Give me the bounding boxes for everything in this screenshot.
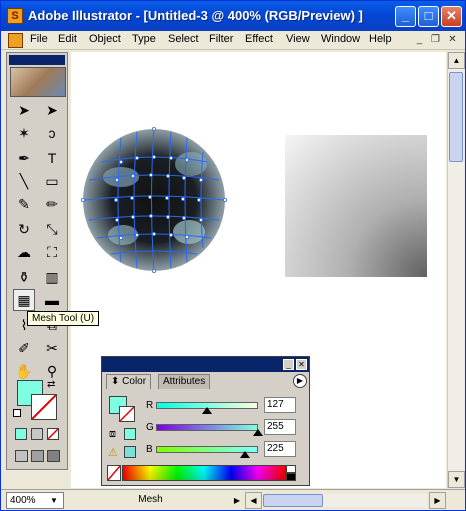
- none-icon: [31, 394, 57, 420]
- none-mode-icon[interactable]: [47, 428, 59, 440]
- zoom-dropdown-icon[interactable]: ▼: [47, 494, 61, 507]
- maximize-button[interactable]: □: [418, 6, 439, 27]
- screen-mode-full-menu-icon[interactable]: [31, 450, 44, 462]
- white-swatch[interactable]: [286, 465, 296, 473]
- magic-wand-tool-icon[interactable]: ✶: [13, 122, 35, 144]
- b-value-field[interactable]: 225: [264, 441, 296, 457]
- r-label: R: [146, 400, 154, 411]
- status-tool-field[interactable]: Mesh: [69, 492, 229, 509]
- warp-tool-icon[interactable]: ☁: [13, 241, 35, 263]
- tooltip: Mesh Tool (U): [27, 311, 100, 326]
- color-panel: _ ✕ ⬍ Color Attributes ▶ ⧈ ⚠ R 127 G 255…: [101, 356, 310, 486]
- gamut-warning-icon: ⚠: [108, 447, 118, 459]
- horizontal-scroll-thumb[interactable]: [263, 494, 323, 507]
- slice-tool-icon[interactable]: ✐: [13, 337, 35, 359]
- direct-selection-tool-icon[interactable]: ➤: [41, 99, 63, 121]
- symbol-sprayer-tool-icon[interactable]: ⚱: [13, 266, 35, 288]
- menu-object[interactable]: Object: [89, 33, 121, 45]
- menu-file[interactable]: File: [30, 33, 48, 45]
- out-of-web-gamut-icon: ⧈: [109, 428, 116, 440]
- vertical-scroll-thumb[interactable]: [449, 72, 463, 162]
- pen-tool-icon[interactable]: ✒: [13, 147, 35, 169]
- hand-tool-icon[interactable]: ✋: [13, 360, 35, 382]
- gradient-mode-icon[interactable]: [31, 428, 43, 440]
- tab-color-arrows-icon: ⬍: [111, 376, 123, 387]
- doc-minimize-button[interactable]: _: [412, 33, 427, 47]
- doc-restore-button[interactable]: ❐: [428, 33, 443, 47]
- color-mode-icon[interactable]: [15, 428, 27, 440]
- mesh-tool-icon[interactable]: ▦: [13, 289, 35, 311]
- pencil-tool-icon[interactable]: ✏: [41, 193, 63, 215]
- swap-icon[interactable]: ⇄: [47, 379, 55, 390]
- g-slider[interactable]: [156, 424, 258, 431]
- gradient-tool-icon[interactable]: ▬: [41, 289, 63, 311]
- tab-attributes[interactable]: Attributes: [158, 374, 211, 389]
- selection-tool-icon[interactable]: ➤: [13, 99, 35, 121]
- panel-close-button[interactable]: ✕: [296, 359, 307, 370]
- doc-close-button[interactable]: ✕: [445, 33, 460, 47]
- none-color-button[interactable]: [107, 465, 121, 481]
- document-icon[interactable]: [8, 33, 23, 48]
- line-tool-icon[interactable]: ╲: [13, 170, 35, 192]
- window-title: Adobe Illustrator - [Untitled-3 @ 400% (…: [28, 8, 363, 23]
- screen-mode-full-icon[interactable]: [47, 450, 60, 462]
- scale-tool-icon[interactable]: ⤡: [41, 218, 63, 240]
- menu-bar: File Edit Object Type Select Filter Effe…: [1, 31, 465, 50]
- panel-stroke-swatch[interactable]: [119, 406, 135, 422]
- menu-help[interactable]: Help: [369, 33, 392, 45]
- menu-edit[interactable]: Edit: [58, 33, 77, 45]
- minimize-button[interactable]: _: [395, 6, 416, 27]
- scissors-tool-icon[interactable]: ✂: [41, 337, 63, 359]
- toolbox-panel: ➤➤✶ↄ✒T╲▭✎✏↻⤡☁⛶⚱▥▦▬⌇⧉✐✂✋⚲ ⇄: [6, 52, 68, 470]
- vertical-scrollbar[interactable]: ▲ ▼: [447, 52, 465, 488]
- app-window: S Adobe Illustrator - [Untitled-3 @ 400%…: [0, 0, 466, 511]
- menu-window[interactable]: Window: [321, 33, 360, 45]
- web-safe-swatch[interactable]: [124, 428, 136, 440]
- default-colors-icon[interactable]: [13, 409, 21, 417]
- title-bar[interactable]: S Adobe Illustrator - [Untitled-3 @ 400%…: [1, 1, 465, 31]
- type-tool-icon[interactable]: T: [41, 147, 63, 169]
- scroll-up-arrow[interactable]: ▲: [448, 52, 465, 69]
- splash-thumbnail[interactable]: [10, 67, 66, 97]
- status-menu-icon[interactable]: ▶: [231, 494, 243, 507]
- gamut-swatch[interactable]: [124, 446, 136, 458]
- rectangle-tool-icon[interactable]: ▭: [41, 170, 63, 192]
- g-label: G: [146, 422, 154, 433]
- menu-effect[interactable]: Effect: [245, 33, 273, 45]
- rotate-tool-icon[interactable]: ↻: [13, 218, 35, 240]
- b-slider-thumb[interactable]: [240, 451, 250, 458]
- g-value-field[interactable]: 255: [264, 419, 296, 435]
- panel-menu-button[interactable]: ▶: [293, 374, 307, 388]
- mesh-sphere[interactable]: [80, 127, 227, 273]
- column-graph-tool-icon[interactable]: ▥: [41, 266, 63, 288]
- gradient-square[interactable]: [285, 135, 427, 277]
- scroll-left-arrow[interactable]: ◀: [245, 492, 262, 509]
- panel-minimize-button[interactable]: _: [283, 359, 294, 370]
- stroke-swatch[interactable]: [31, 394, 57, 420]
- screen-mode-standard-icon[interactable]: [15, 450, 28, 462]
- lasso-tool-icon[interactable]: ↄ: [41, 122, 63, 144]
- toolbox-title-bar[interactable]: [9, 55, 65, 65]
- scroll-right-arrow[interactable]: ▶: [429, 492, 446, 509]
- menu-filter[interactable]: Filter: [209, 33, 233, 45]
- menu-select[interactable]: Select: [168, 33, 199, 45]
- b-label: B: [146, 444, 153, 455]
- close-button[interactable]: ✕: [441, 6, 462, 27]
- paintbrush-tool-icon[interactable]: ✎: [13, 193, 35, 215]
- menu-view[interactable]: View: [286, 33, 310, 45]
- scroll-down-arrow[interactable]: ▼: [448, 471, 465, 488]
- free-transform-tool-icon[interactable]: ⛶: [41, 241, 63, 263]
- horizontal-scrollbar[interactable]: [263, 494, 427, 507]
- black-swatch[interactable]: [286, 473, 296, 481]
- r-value-field[interactable]: 127: [264, 397, 296, 413]
- illustrator-app-icon[interactable]: S: [7, 8, 23, 24]
- color-spectrum-bar[interactable]: [122, 465, 286, 481]
- status-bar: 400% ▼ Mesh ▶ ◀ ▶: [1, 489, 465, 510]
- r-slider-thumb[interactable]: [202, 407, 212, 414]
- g-slider-thumb[interactable]: [253, 429, 263, 436]
- color-panel-title-bar[interactable]: _ ✕: [102, 357, 309, 372]
- tab-color[interactable]: ⬍ Color: [106, 374, 152, 389]
- menu-type[interactable]: Type: [132, 33, 156, 45]
